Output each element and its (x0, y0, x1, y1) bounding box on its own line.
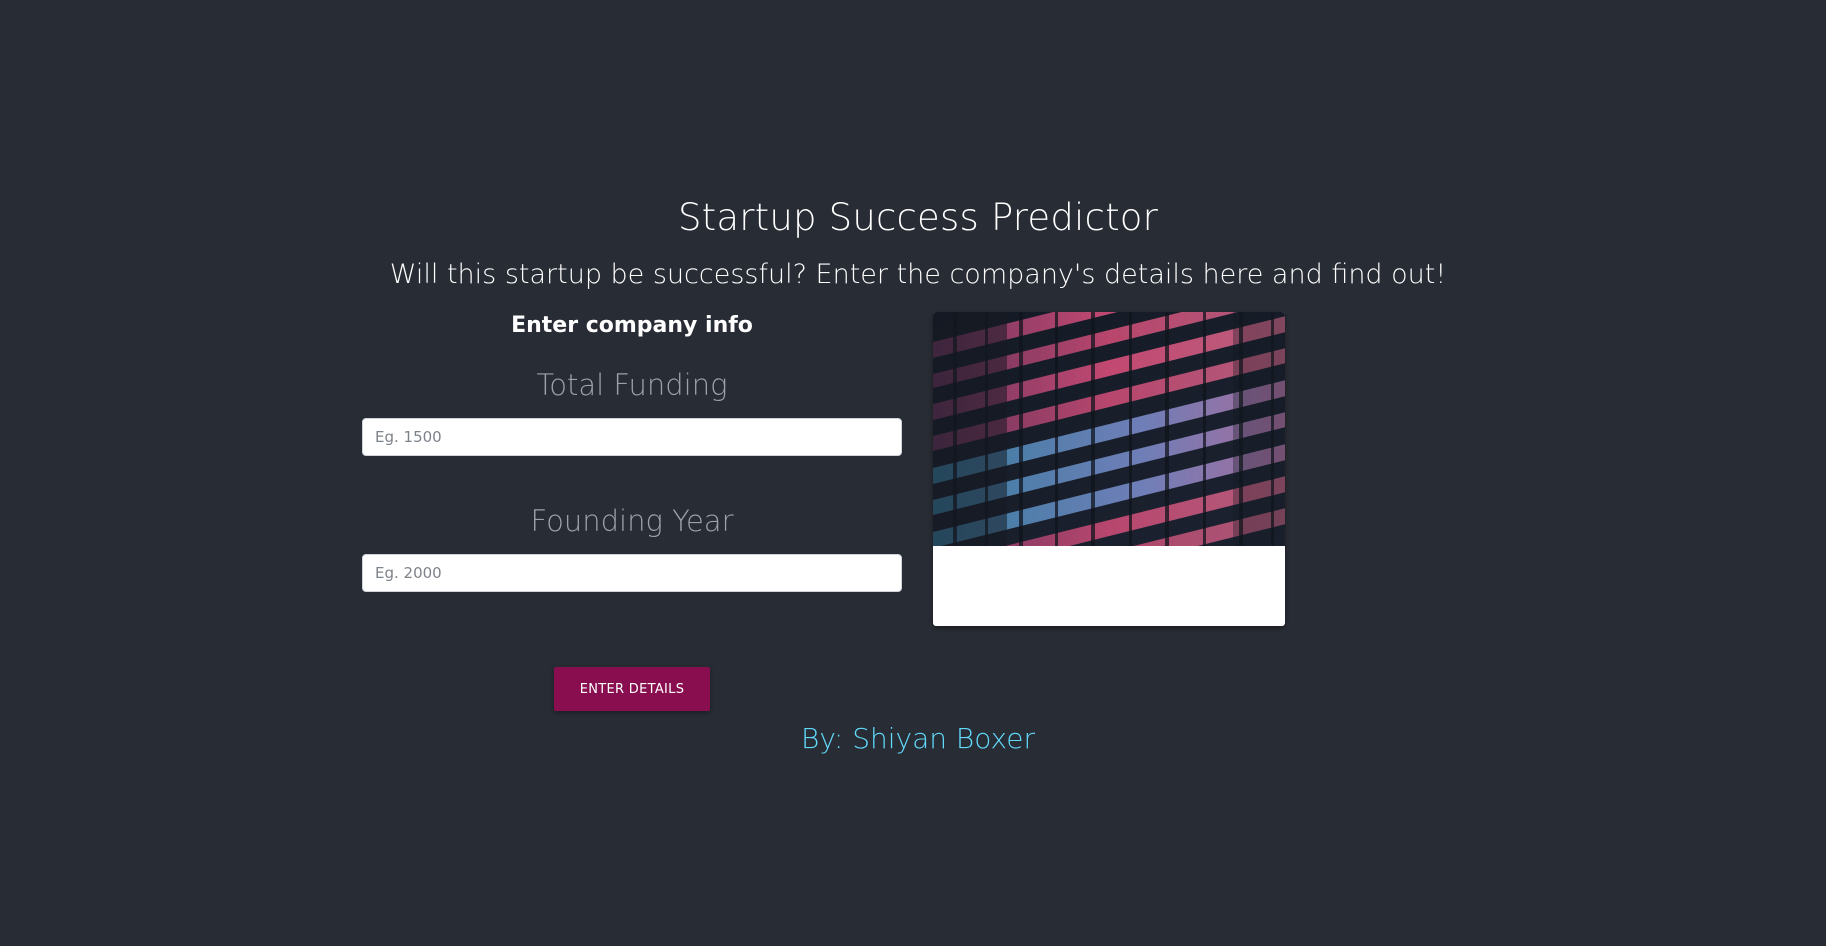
founding-year-label: Founding Year (530, 504, 734, 538)
app-page: Startup Success Predictor Will this star… (0, 0, 1826, 946)
office-building-image (933, 312, 1285, 546)
total-funding-label: Total Funding (536, 368, 728, 402)
page-title: Startup Success Predictor (677, 196, 1159, 239)
form-heading: Enter company info (511, 313, 753, 338)
page-subtitle: Will this startup be successful? Enter t… (389, 259, 1447, 290)
founding-year-input[interactable] (362, 554, 902, 592)
image-card (933, 312, 1285, 626)
author-credit: By: Shiyan Boxer (801, 722, 1035, 755)
total-funding-input[interactable] (362, 418, 902, 456)
enter-details-button[interactable]: ENTER DETAILS (554, 667, 710, 711)
